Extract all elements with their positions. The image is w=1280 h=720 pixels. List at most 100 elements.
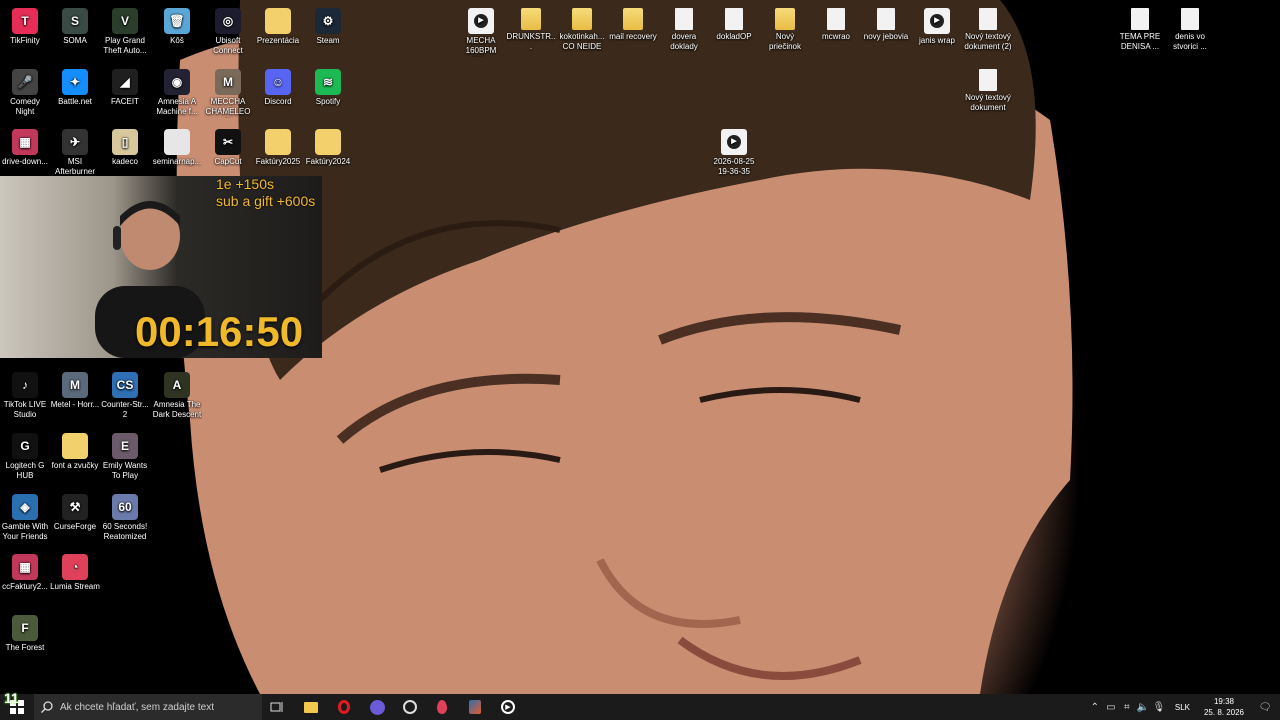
desktop-icon-label: Emily Wants To Play [102, 461, 148, 480]
folder-icon [775, 8, 795, 30]
media-player-icon: ▶ [501, 700, 515, 714]
desktop-icon[interactable]: ▶ janis wrap [912, 4, 962, 46]
desktop-icon-label: Faktúry2025 [255, 157, 301, 166]
folder-icon [315, 129, 341, 155]
desktop-icon[interactable]: ▦ drive-down... [0, 125, 50, 167]
app-icon [469, 700, 481, 714]
desktop-icon-label: Amnesia A Machine f... [156, 97, 198, 116]
taskbar-app[interactable] [463, 697, 487, 717]
media-file-icon: ▶ [468, 8, 494, 34]
taskbar-clock[interactable]: 19:38 25. 8. 2026 [1198, 696, 1250, 718]
desktop-icon[interactable]: F The Forest [0, 611, 50, 653]
desktop-icon[interactable]: G Logitech G HUB [0, 429, 50, 481]
desktop-icon[interactable]: dovera doklady [659, 4, 709, 52]
desktop-icon[interactable]: 60 60 Seconds! Reatomized [100, 490, 150, 542]
desktop-icon[interactable]: A Amnesia The Dark Descent [152, 368, 202, 420]
desktop-icon[interactable]: ▶MECHA 160BPM PR... [456, 4, 506, 57]
subs-rule-line2: sub a gift +600s [216, 193, 316, 209]
desktop-icon[interactable]: ▶ 2026-08-25 19-36-35 [709, 125, 759, 177]
desktop-icon[interactable]: Nový textový dokument (2) [963, 4, 1013, 52]
recycle-bin-icon: 🗑 [164, 8, 190, 34]
desktop-icon[interactable]: ◎ Ubisoft Connect [203, 4, 253, 56]
desktop-icon[interactable]: ✦ Battle.net [50, 65, 100, 107]
volume-icon[interactable]: 🔈 [1135, 694, 1151, 720]
start-button[interactable]: 11 [0, 690, 34, 720]
desktop-icon[interactable]: M Metel - Horr... [50, 368, 100, 410]
desktop-icon[interactable]: Prezentácia [253, 4, 303, 46]
desktop-icon-label: Nový textový dokument (2) [964, 32, 1012, 51]
emily-icon: E [112, 433, 138, 459]
battery-icon[interactable]: ▭ [1103, 694, 1119, 720]
search-input[interactable] [60, 701, 260, 713]
text-document-icon [1181, 8, 1199, 30]
msi-afterburner-icon: ✈ [62, 129, 88, 155]
desktop-icon[interactable]: E Emily Wants To Play [100, 429, 150, 481]
desktop-icon[interactable]: Nový priečinok [760, 4, 810, 52]
desktop-icon[interactable]: CS Counter-Str... 2 [100, 368, 150, 420]
desktop-icon-label: Kôš [170, 36, 184, 45]
tikfinity-icon: T [12, 8, 38, 34]
desktop-icon[interactable]: Faktúry2025 [253, 125, 303, 167]
desktop-icon-label: Amnesia The Dark Descent [152, 400, 202, 419]
desktop-icon[interactable]: ⚒ CurseForge [50, 490, 100, 532]
taskbar-obs[interactable] [398, 697, 422, 717]
desktop-icon-label: font a zvučky [51, 461, 99, 470]
desktop-icon-label: Spotify [315, 97, 341, 106]
desktop-icon[interactable]: TEMA PRE DENISA ... [1115, 4, 1165, 52]
desktop-icon[interactable]: novy jebovia [861, 4, 911, 42]
desktop-icon-label: MECHA 160BPM PR... [465, 36, 497, 57]
taskbar-media-player[interactable]: ▶ [496, 697, 520, 717]
desktop-icon[interactable]: ✈ MSI Afterburner [50, 125, 100, 177]
desktop-icon[interactable]: mcwrao [811, 4, 861, 42]
desktop-icon[interactable]: 🎤 Comedy Night [0, 65, 50, 117]
taskbar-search-box[interactable] [34, 694, 262, 720]
task-view-button[interactable] [265, 697, 289, 717]
desktop-icon[interactable]: 🗑 Kôš [152, 4, 202, 46]
desktop-icon[interactable]: ✂ CapCut [203, 125, 253, 167]
network-icon[interactable]: ⌗ [1119, 694, 1135, 720]
desktop-icon[interactable]: ≋ Spotify [303, 65, 353, 107]
microphone-icon[interactable]: 🎙 [1151, 694, 1167, 720]
desktop-icon-label: ccFaktury2... [2, 582, 48, 591]
desktop-icon[interactable]: ▯ kadeco [100, 125, 150, 167]
obs-icon [403, 700, 417, 714]
taskbar-opera[interactable] [332, 697, 356, 717]
notification-center-icon[interactable]: 🗨 [1250, 694, 1280, 720]
desktop-icon[interactable]: ♪ TikTok LIVE Studio [0, 368, 50, 420]
desktop-icon-label: Counter-Str... 2 [101, 400, 149, 419]
desktop-icon[interactable]: seminarnap... [152, 125, 202, 167]
desktop-icon[interactable]: kokotinkah... CO NEIDE [557, 4, 607, 52]
desktop-icon-label: Metel - Horr... [50, 400, 100, 409]
taskbar-streaming-app[interactable] [365, 697, 389, 717]
desktop-icon[interactable]: MMECCHA CHAMELEON [203, 65, 253, 118]
system-tray: ⌃ ▭ ⌗ 🔈 🎙 SLK 19:38 25. 8. 2026 🗨 [1087, 694, 1280, 720]
desktop-icon[interactable]: denis vo stvorici ... [1165, 4, 1215, 52]
desktop-icon[interactable]: ◉ Amnesia A Machine f... [152, 65, 202, 117]
desktop-icon[interactable]: ◈ Gamble With Your Friends [0, 490, 50, 542]
desktop-icon[interactable]: ⚙ Steam [303, 4, 353, 46]
desktop-icon[interactable]: S SOMA [50, 4, 100, 46]
desktop-icon[interactable]: Faktúry2024 [303, 125, 353, 167]
taskbar-file-explorer[interactable] [299, 697, 323, 717]
desktop-icon[interactable]: ◢ FACEIT [100, 65, 150, 107]
desktop-icon-label: The Forest [5, 643, 45, 652]
folder-icon [62, 433, 88, 459]
desktop-icon[interactable]: Nový textový dokument [963, 65, 1013, 113]
desktop-icon[interactable]: font a zvučky [50, 429, 100, 471]
logitech-icon: G [12, 433, 38, 459]
tray-overflow-chevron-icon[interactable]: ⌃ [1087, 694, 1103, 720]
folder-icon [265, 8, 291, 34]
desktop-icon-label: Comedy Night [10, 97, 40, 116]
desktop-icon[interactable]: DRUNKSTR... [506, 4, 556, 52]
desktop-icon[interactable]: T TikFinity [0, 4, 50, 46]
document-icon [725, 8, 743, 30]
desktop-icon[interactable]: mail recovery [608, 4, 658, 42]
desktop-icon[interactable]: V Play Grand Theft Auto... [100, 4, 150, 56]
desktop-icon[interactable]: ◔ Lumia Stream [50, 550, 100, 592]
desktop-icon[interactable]: ☺ Discord [253, 65, 303, 107]
language-indicator[interactable]: SLK [1167, 703, 1198, 712]
desktop-icon[interactable]: dokladOP [709, 4, 759, 42]
desktop-icon-label: CurseForge [53, 522, 97, 531]
taskbar-lumia[interactable] [430, 697, 454, 717]
desktop-icon[interactable]: ▦ ccFaktury2... [0, 550, 50, 592]
